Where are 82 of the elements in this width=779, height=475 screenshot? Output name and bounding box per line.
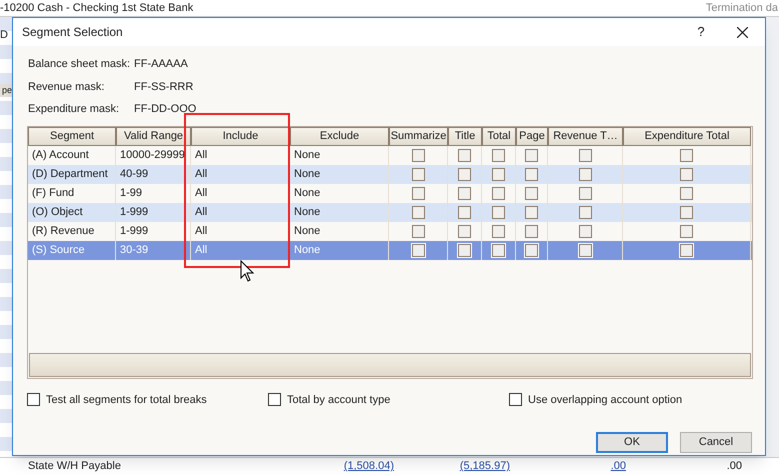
account-title: -10200 Cash - Checking 1st State Bank [0,0,194,16]
checkbox[interactable] [492,148,505,162]
checkbox[interactable] [525,224,538,238]
column-header[interactable]: Total [482,126,516,146]
column-header[interactable]: Expenditure Total [623,126,751,146]
side-button[interactable]: pe [0,84,12,97]
checkbox[interactable] [525,186,538,200]
checkbox[interactable] [578,206,592,218]
checkbox-label: Test all segments for total breaks [46,392,207,408]
checkbox[interactable] [680,148,693,162]
checkbox[interactable] [525,244,538,256]
checkbox[interactable] [458,244,471,256]
checkbox[interactable] [412,206,424,218]
mask-value: FF-SS-RRR [134,80,194,94]
mask-label: Revenue mask: [28,80,106,94]
mask-value: FF-AAAAA [134,57,188,72]
checkbox[interactable] [492,186,505,200]
table-row[interactable]: (A) Account 10000-29999 All None [28,146,752,164]
checkbox-label: Total by account type [287,392,390,408]
amount-link[interactable]: (5,185.97) [394,458,510,475]
table-cell: 30-39 [116,240,191,260]
amount-link[interactable]: (1,508.04) [278,458,394,475]
close-icon [736,26,748,38]
amount-link[interactable]: .00 [510,458,626,475]
checkbox[interactable] [458,186,471,200]
table-cell: None [290,240,389,260]
checkbox[interactable] [578,168,592,180]
column-header[interactable]: Page [516,126,548,146]
column-header[interactable]: Summarize [389,126,448,146]
checkbox[interactable] [680,168,693,180]
table-cell-text: State W/H Payable [28,459,122,474]
amount-link[interactable]: .00 [626,458,742,475]
checkbox[interactable] [492,206,505,218]
checkbox[interactable] [492,168,505,180]
checkbox[interactable] [412,244,424,256]
checkbox[interactable] [492,224,505,238]
checkbox[interactable] [412,148,424,162]
mask-label: Expenditure mask: [28,102,120,117]
help-button[interactable]: ? [683,22,719,42]
column-header[interactable]: Valid Range [116,126,191,146]
checkbox[interactable] [458,206,471,218]
column-header[interactable]: Segment [28,126,116,146]
checkbox[interactable] [27,393,40,406]
mask-value: FF-DD-OOO [134,102,196,117]
column-header[interactable]: Include [191,126,290,146]
table-row[interactable]: (R) Revenue 1-999 All None [28,222,752,240]
checkbox[interactable] [458,224,471,238]
table-cell: (S) Source [28,240,116,260]
checkbox[interactable] [578,148,592,162]
column-header[interactable]: Revenue T… [548,126,623,146]
table-cell: All [191,240,290,260]
checkbox-label: Use overlapping account option [528,392,682,408]
checkbox[interactable] [492,244,505,256]
tab-label[interactable]: D [0,27,12,44]
checkbox[interactable] [412,186,424,200]
checkbox[interactable] [412,224,424,238]
checkbox[interactable] [525,206,538,218]
mask-label: Balance sheet mask: [28,57,132,72]
column-header[interactable]: Exclude [290,126,389,146]
checkbox[interactable] [680,186,693,200]
checkbox[interactable] [412,168,424,180]
checkbox[interactable] [268,393,281,406]
checkbox[interactable] [509,393,522,406]
dialog-button[interactable]: Cancel [680,432,752,453]
dialog-button[interactable]: OK [596,432,668,453]
mouse-cursor-icon [240,260,254,284]
checkbox[interactable] [680,244,693,256]
checkbox[interactable] [458,148,471,162]
table-row[interactable]: (F) Fund 1-99 All None [28,184,752,202]
column-label: Termination da [706,0,779,16]
checkbox[interactable] [525,168,538,180]
column-header[interactable]: Title [448,126,482,146]
checkbox[interactable] [578,186,592,200]
checkbox[interactable] [525,148,538,162]
checkbox[interactable] [680,206,693,218]
table-row[interactable]: (O) Object 1-999 All None [28,202,752,222]
table-row[interactable]: (D) Department 40-99 All None [28,164,752,184]
checkbox[interactable] [680,224,693,238]
window-title: Segment Selection [22,24,124,41]
checkbox[interactable] [458,168,471,180]
checkbox[interactable] [578,244,592,256]
checkbox[interactable] [578,224,592,238]
